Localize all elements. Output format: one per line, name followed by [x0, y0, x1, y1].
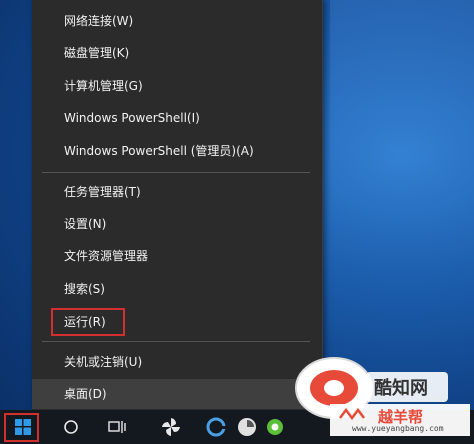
menu-separator — [42, 341, 310, 342]
menu-item-shutdown[interactable]: 关机或注销(U) — [32, 347, 322, 377]
watermark-url: www.yueyangbang.com — [352, 424, 444, 433]
menu-item-powershell[interactable]: Windows PowerShell(I) — [32, 103, 322, 133]
menu-item-label: 关机或注销(U) — [64, 355, 143, 369]
menu-item-label: 文件资源管理器 — [64, 249, 149, 263]
menu-item-label: Windows PowerShell(I) — [64, 111, 200, 125]
menu-item-disk-management[interactable]: 磁盘管理(K) — [32, 38, 322, 68]
pinwheel-app-icon[interactable] — [156, 410, 186, 444]
search-circle-icon[interactable] — [58, 410, 84, 444]
task-view-icon[interactable] — [104, 410, 130, 444]
menu-item-powershell-admin[interactable]: Windows PowerShell (管理员)(A) — [32, 136, 322, 166]
menu-item-task-manager[interactable]: 任务管理器(T) — [32, 177, 322, 207]
menu-item-search[interactable]: 搜索(S) — [32, 274, 322, 304]
menu-item-desktop[interactable]: 桌面(D) — [32, 379, 322, 409]
menu-item-label: 搜索(S) — [64, 282, 105, 296]
menu-item-label: 计算机管理(G) — [64, 79, 143, 93]
menu-item-network-connections[interactable]: 网络连接(W) — [32, 6, 322, 36]
menu-item-label: 磁盘管理(K) — [64, 46, 130, 60]
menu-item-label: 任务管理器(T) — [64, 185, 141, 199]
green-app-icon[interactable] — [260, 410, 290, 444]
winx-context-menu: 网络连接(W) 磁盘管理(K) 计算机管理(G) Windows PowerSh… — [32, 0, 323, 410]
run-highlight-box — [51, 308, 125, 336]
edge-browser-icon[interactable] — [203, 410, 229, 444]
menu-item-label: 网络连接(W) — [64, 14, 134, 28]
circular-app-icon[interactable] — [232, 410, 262, 444]
menu-item-computer-management[interactable]: 计算机管理(G) — [32, 71, 322, 101]
menu-item-file-explorer[interactable]: 文件资源管理器 — [32, 241, 322, 271]
menu-item-label: 桌面(D) — [64, 387, 107, 401]
watermark: 酷知网 越羊帮 www.yueyangbang.com — [294, 350, 470, 436]
menu-item-settings[interactable]: 设置(N) — [32, 209, 322, 239]
menu-item-label: 设置(N) — [64, 217, 107, 231]
menu-item-label: Windows PowerShell (管理员)(A) — [64, 144, 254, 158]
menu-separator — [42, 172, 310, 173]
watermark-brand: 酷知网 — [374, 378, 428, 399]
start-highlight-box — [4, 413, 39, 442]
